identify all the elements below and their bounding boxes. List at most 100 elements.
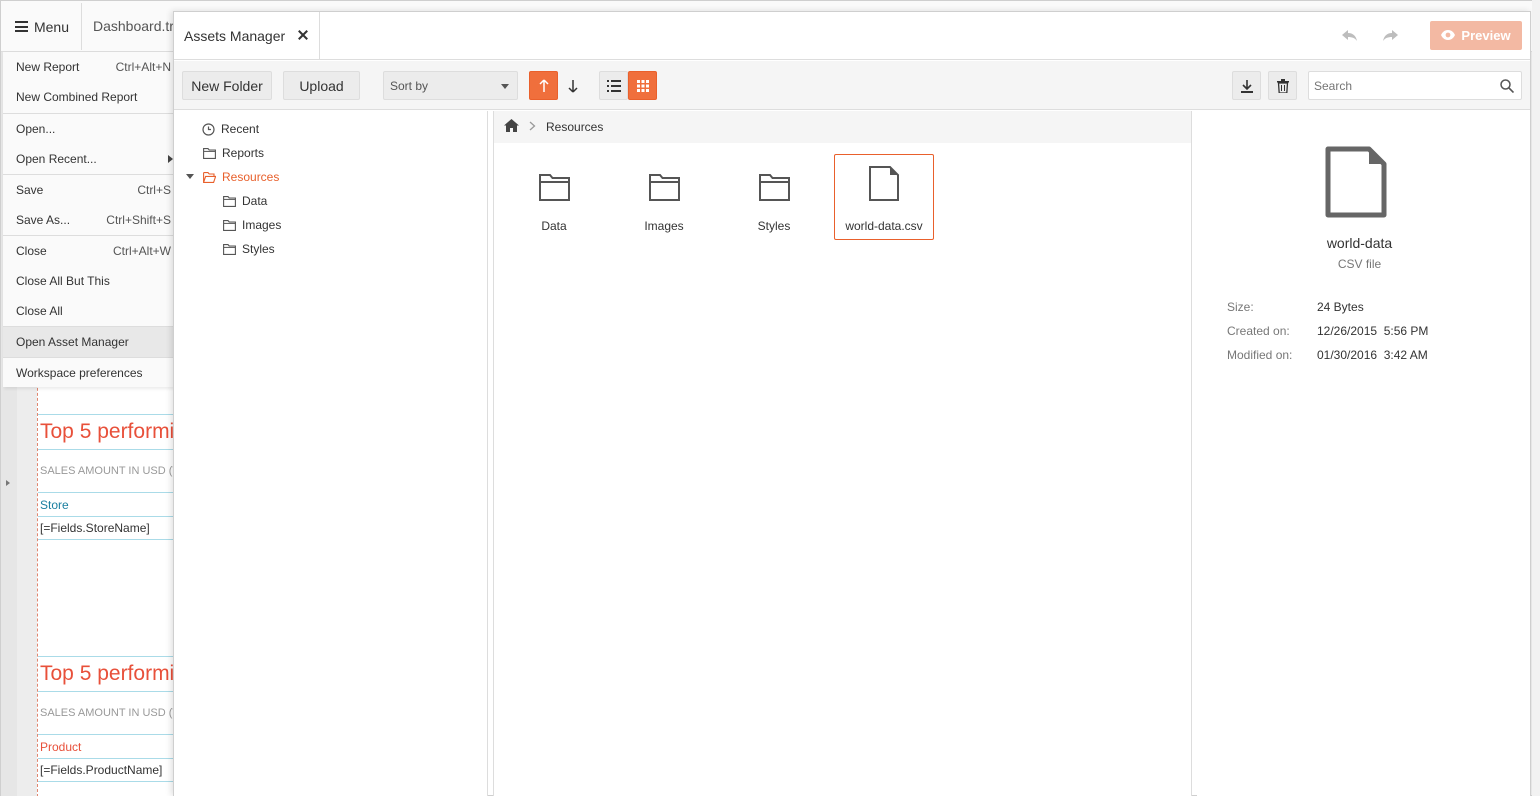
trash-icon (1276, 78, 1289, 93)
sort-descending-button[interactable] (558, 71, 587, 100)
download-button[interactable] (1232, 71, 1261, 100)
divider (38, 781, 178, 782)
tree-item-label: Data (242, 194, 268, 208)
folder-icon (538, 167, 570, 201)
menu-item-shortcut: Ctrl+Alt+N (115, 60, 171, 74)
folder-tree: Recent Reports Resources Data Images Sty… (174, 111, 488, 796)
grid-item-folder-styles[interactable]: Styles (724, 154, 824, 240)
file-browser-pane: Resources Data Images Styles world-data.… (493, 111, 1192, 796)
prop-created-label: Created on: (1227, 324, 1290, 338)
tree-item-resources[interactable]: Resources (203, 167, 279, 187)
delete-button[interactable] (1268, 71, 1297, 100)
grid-icon (636, 79, 649, 92)
folder-icon (223, 195, 236, 207)
menu-item-label: Open... (16, 122, 56, 136)
menu-item-shortcut: Ctrl+Shift+S (106, 213, 171, 227)
arrow-up-icon (538, 78, 549, 92)
tree-item-reports[interactable]: Reports (203, 143, 264, 163)
grid-item-label: Images (644, 219, 684, 233)
menu-item-workspace-preferences[interactable]: Workspace preferences (3, 358, 174, 388)
grid-item-folder-data[interactable]: Data (504, 154, 604, 240)
field-expression[interactable]: [=Fields.StoreName] (40, 521, 150, 535)
menu-item-save[interactable]: Save Ctrl+S (3, 175, 174, 205)
file-icon (869, 166, 899, 201)
divider (38, 492, 178, 493)
list-view-button[interactable] (599, 71, 628, 100)
menu-item-open-recent[interactable]: Open Recent... (3, 144, 174, 174)
tree-item-label: Styles (242, 242, 275, 256)
expand-arrow-icon[interactable] (6, 480, 10, 486)
breadcrumb-current[interactable]: Resources (546, 120, 603, 134)
divider (38, 516, 178, 517)
details-pane: world-data CSV file Size: 24 Bytes Creat… (1197, 111, 1530, 796)
assets-manager-tab[interactable]: Assets Manager (174, 12, 320, 60)
preview-label: Preview (1461, 28, 1511, 43)
tree-item-recent[interactable]: Recent (202, 119, 259, 139)
tree-item-label: Reports (222, 146, 265, 160)
divider (38, 656, 178, 657)
menu-item-open[interactable]: Open... (3, 114, 174, 144)
arrow-down-icon (567, 79, 578, 93)
divider (38, 539, 178, 540)
menu-item-label: Save (16, 183, 44, 197)
breadcrumb: Resources (494, 111, 1191, 143)
tree-item-data[interactable]: Data (223, 191, 267, 211)
divider (38, 414, 178, 415)
divider (38, 691, 178, 692)
divider (38, 734, 178, 735)
eye-icon (1441, 28, 1456, 43)
tree-item-images[interactable]: Images (223, 215, 281, 235)
column-header[interactable]: Product (40, 740, 81, 754)
grid-view-button[interactable] (628, 71, 657, 100)
folder-icon (203, 147, 216, 159)
main-menu-dropdown: New Report Ctrl+Alt+N New Combined Repor… (3, 52, 174, 387)
grid-item-folder-images[interactable]: Images (614, 154, 714, 240)
column-header[interactable]: Store (40, 498, 69, 512)
menu-item-close[interactable]: Close Ctrl+Alt+W (3, 236, 174, 266)
folder-open-icon (203, 171, 216, 183)
menu-item-close-all-but-this[interactable]: Close All But This (3, 266, 174, 296)
hamburger-icon (14, 21, 28, 32)
menu-item-new-combined-report[interactable]: New Combined Report (3, 82, 174, 112)
prop-modified-label: Modified on: (1227, 348, 1293, 362)
prop-modified-value: 01/30/2016 3:42 AM (1317, 348, 1428, 362)
grid-item-label: world-data.csv (845, 219, 923, 233)
sort-by-select[interactable]: Sort by (383, 71, 518, 100)
menu-item-label: Open Asset Manager (16, 335, 129, 349)
list-icon (606, 79, 621, 92)
undo-icon[interactable] (1340, 26, 1360, 46)
file-icon (1325, 146, 1387, 221)
preview-button[interactable]: Preview (1430, 21, 1522, 50)
chevron-right-icon (529, 120, 536, 134)
tree-item-styles[interactable]: Styles (223, 239, 275, 259)
home-icon[interactable] (504, 119, 519, 135)
field-expression[interactable]: [=Fields.ProductName] (40, 763, 162, 777)
clock-icon (202, 122, 215, 136)
prop-size-value: 24 Bytes (1317, 300, 1364, 314)
folder-icon (223, 243, 236, 255)
grid-item-label: Styles (757, 219, 791, 233)
menu-button-label: Menu (33, 18, 70, 35)
close-icon[interactable] (296, 28, 310, 42)
collapse-arrow-icon[interactable] (186, 174, 194, 179)
search-input[interactable] (1308, 71, 1522, 100)
menu-item-close-all[interactable]: Close All (3, 296, 174, 326)
assets-manager-window: Assets Manager Preview New Folder Upload… (173, 11, 1531, 796)
search-icon[interactable] (1500, 79, 1515, 96)
upload-button[interactable]: Upload (283, 71, 360, 100)
new-folder-button[interactable]: New Folder (182, 71, 272, 100)
prop-created-value: 12/26/2015 5:56 PM (1317, 324, 1429, 338)
menu-item-save-as[interactable]: Save As... Ctrl+Shift+S (3, 205, 174, 235)
menu-item-shortcut: Ctrl+S (137, 183, 171, 197)
chevron-down-icon (501, 84, 509, 89)
folder-icon (223, 219, 236, 231)
menu-item-new-report[interactable]: New Report Ctrl+Alt+N (3, 52, 174, 82)
menu-item-open-asset-manager[interactable]: Open Asset Manager (3, 327, 174, 357)
file-type: CSV file (1337, 257, 1382, 271)
sort-ascending-button[interactable] (529, 71, 558, 100)
file-name: world-data (1326, 235, 1393, 251)
menu-button[interactable]: Menu (3, 3, 82, 50)
tree-item-label: Recent (221, 122, 260, 136)
redo-icon[interactable] (1380, 26, 1400, 46)
grid-item-file-world-data[interactable]: world-data.csv (834, 154, 934, 240)
